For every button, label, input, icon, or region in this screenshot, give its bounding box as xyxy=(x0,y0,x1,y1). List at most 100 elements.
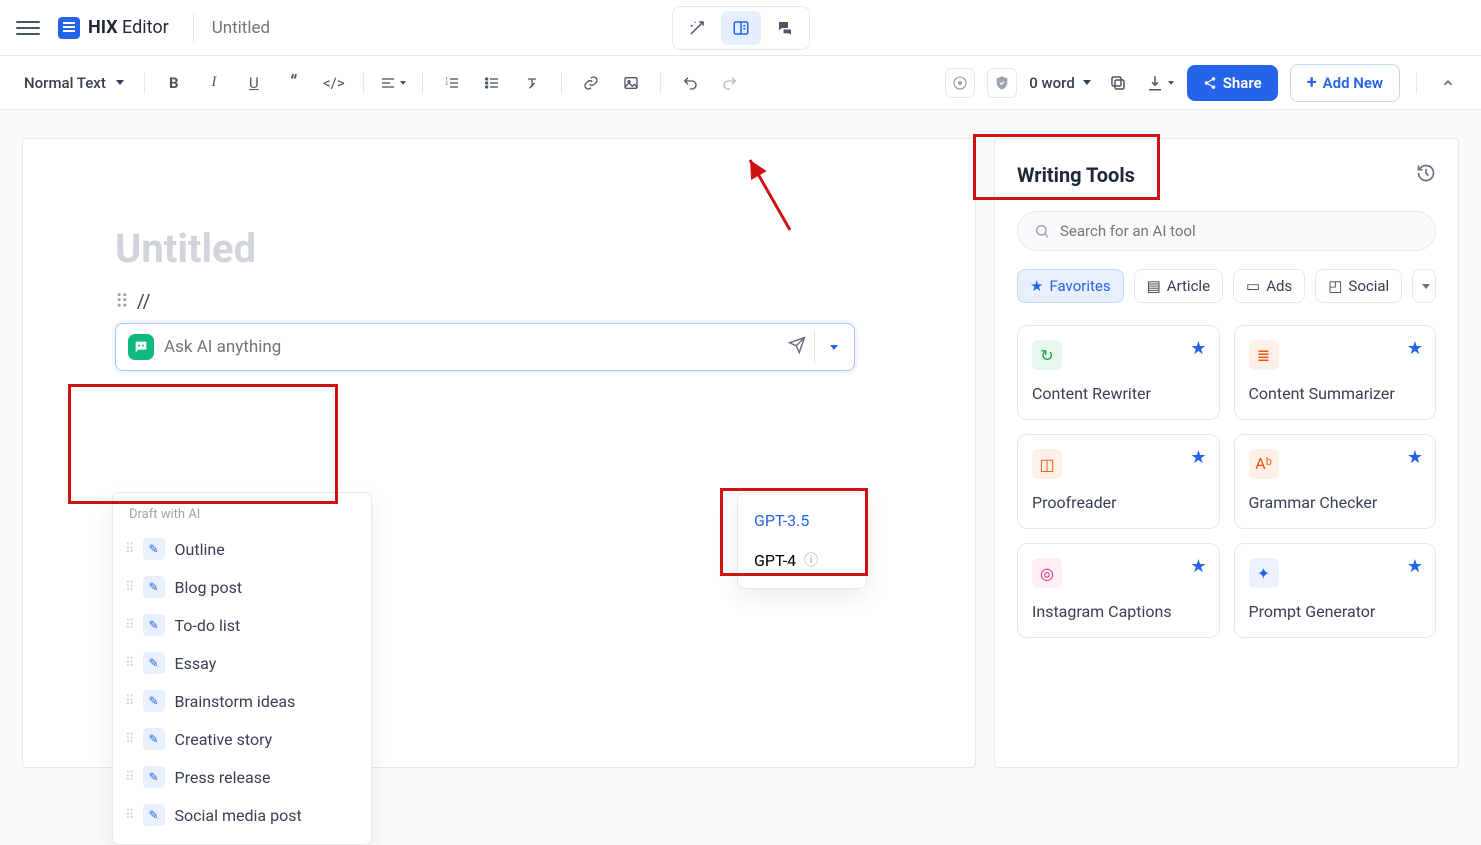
export-button[interactable] xyxy=(1145,68,1175,98)
right-sidebar: Writing Tools ★Favorites ▤Article ▭Ads ◰… xyxy=(976,110,1481,768)
italic-button[interactable]: I xyxy=(199,68,229,98)
collapse-sidebar-button[interactable] xyxy=(1433,68,1463,98)
tool-icon: ◎ xyxy=(1032,558,1062,588)
chip-article[interactable]: ▤Article xyxy=(1134,269,1223,303)
undo-button[interactable] xyxy=(675,68,705,98)
logo-icon xyxy=(58,17,80,39)
magic-mode-button[interactable] xyxy=(677,11,717,45)
draft-item[interactable]: ⠿✎To-do list xyxy=(113,606,371,644)
info-icon: ⓘ xyxy=(804,550,818,570)
image-button[interactable] xyxy=(616,68,646,98)
drag-handle-icon[interactable]: ⠿ xyxy=(125,694,133,709)
draft-item[interactable]: ⠿✎Press release xyxy=(113,758,371,796)
pencil-icon: ✎ xyxy=(143,728,165,750)
favorite-star-icon[interactable]: ★ xyxy=(1407,447,1423,468)
drag-handle-icon[interactable]: ⠿ xyxy=(125,618,133,633)
document-title-placeholder[interactable]: Untitled xyxy=(115,225,921,272)
underline-button[interactable]: U xyxy=(239,68,269,98)
chat-mode-button[interactable] xyxy=(765,11,805,45)
tool-card[interactable]: ≣ ★ Content Summarizer xyxy=(1234,325,1437,420)
tool-label: Prompt Generator xyxy=(1249,602,1422,621)
tool-label: Content Summarizer xyxy=(1249,384,1422,403)
tool-card[interactable]: ↻★Content Rewriter xyxy=(1017,325,1220,420)
chip-favorites[interactable]: ★Favorites xyxy=(1017,269,1124,303)
share-button[interactable]: Share xyxy=(1187,65,1278,101)
bullet-list-button[interactable] xyxy=(477,68,507,98)
split-mode-button[interactable] xyxy=(721,11,761,45)
tool-card[interactable]: ✦★Prompt Generator xyxy=(1234,543,1437,638)
pencil-icon: ✎ xyxy=(143,804,165,826)
pencil-icon: ✎ xyxy=(143,690,165,712)
drag-handle-icon[interactable]: ⠿ xyxy=(125,808,133,823)
draft-item[interactable]: ⠿✎Blog post xyxy=(113,568,371,606)
add-new-button[interactable]: +Add New xyxy=(1290,64,1400,102)
favorite-star-icon[interactable]: ★ xyxy=(1407,338,1423,359)
divider xyxy=(561,72,562,94)
ordered-list-button[interactable]: 12 xyxy=(437,68,467,98)
tool-search-input[interactable] xyxy=(1060,222,1419,240)
shield-icon[interactable] xyxy=(987,68,1017,98)
drag-handle-icon[interactable]: ⠿ xyxy=(125,770,133,785)
favorite-star-icon[interactable]: ★ xyxy=(1190,556,1206,577)
clear-format-button[interactable] xyxy=(517,68,547,98)
expand-chips-button[interactable] xyxy=(1412,269,1436,303)
draft-label: Outline xyxy=(175,540,225,559)
tool-card[interactable]: ◫ ★ Proofreader xyxy=(1017,434,1220,529)
favorite-star-icon[interactable]: ★ xyxy=(1407,556,1423,577)
tool-card[interactable]: Aᵇ★Grammar Checker xyxy=(1234,434,1437,529)
quote-button[interactable]: “ xyxy=(279,68,309,98)
drag-handle-icon[interactable]: ⠿ xyxy=(125,580,133,595)
drag-handle-icon[interactable]: ⠿ xyxy=(125,732,133,747)
brand[interactable]: HIX Editor xyxy=(58,17,169,39)
tool-icon: ↻ xyxy=(1032,340,1062,370)
align-button[interactable] xyxy=(378,68,408,98)
search-icon xyxy=(1034,223,1050,239)
tools-grid: ↻★Content Rewriter≣★Content Summarizer◫★… xyxy=(1017,325,1436,638)
draft-label: Creative story xyxy=(175,730,273,749)
ai-status-icon[interactable] xyxy=(945,68,975,98)
tool-icon: ◫ xyxy=(1032,449,1062,479)
tool-label: Proofreader xyxy=(1032,493,1205,512)
drag-handle-icon[interactable]: ⠿ xyxy=(115,290,127,313)
favorite-star-icon[interactable]: ★ xyxy=(1190,447,1206,468)
divider xyxy=(144,72,145,94)
chip-ads[interactable]: ▭Ads xyxy=(1233,269,1305,303)
draft-label: To-do list xyxy=(175,616,241,635)
model-dropdown-button[interactable] xyxy=(814,330,848,364)
divider xyxy=(363,72,364,94)
tool-icon: ≣ xyxy=(1249,340,1279,370)
hamburger-icon[interactable] xyxy=(16,16,40,40)
tool-card[interactable]: ◎★Instagram Captions xyxy=(1017,543,1220,638)
format-toolbar: Normal Text B I U “ </> 12 0 word Share xyxy=(0,56,1481,110)
draft-item[interactable]: ⠿✎Brainstorm ideas xyxy=(113,682,371,720)
drag-handle-icon[interactable]: ⠿ xyxy=(125,656,133,671)
bold-button[interactable]: B xyxy=(159,68,189,98)
draft-item[interactable]: ⠿✎Social media post xyxy=(113,796,371,834)
redo-button[interactable] xyxy=(715,68,745,98)
draft-item[interactable]: ⠿ ✎ Creative story xyxy=(113,720,371,758)
model-option-gpt35[interactable]: GPT-3.5 xyxy=(738,501,866,540)
document-area: Untitled ⠿ // Draft with AI ⠿✎Outline⠿✎B… xyxy=(0,110,976,768)
tool-search[interactable] xyxy=(1017,211,1436,251)
ai-chat-icon xyxy=(128,334,154,360)
link-button[interactable] xyxy=(576,68,606,98)
divider xyxy=(422,72,423,94)
history-icon[interactable] xyxy=(1416,163,1436,187)
drag-handle-icon[interactable]: ⠿ xyxy=(125,542,133,557)
send-button[interactable] xyxy=(780,330,814,364)
word-count[interactable]: 0 word xyxy=(1029,74,1091,92)
code-button[interactable]: </> xyxy=(319,68,349,98)
top-header: HIX Editor xyxy=(0,0,1481,56)
divider xyxy=(193,13,194,43)
copy-button[interactable] xyxy=(1103,68,1133,98)
document-title-input[interactable] xyxy=(212,18,412,38)
draft-item[interactable]: ⠿✎Essay xyxy=(113,644,371,682)
chip-social[interactable]: ◰Social xyxy=(1315,269,1402,303)
ai-prompt-input[interactable] xyxy=(164,337,780,357)
draft-label: Press release xyxy=(175,768,271,787)
slash-command-row[interactable]: ⠿ // xyxy=(115,290,921,313)
text-style-select[interactable]: Normal Text xyxy=(18,70,130,96)
favorite-star-icon[interactable]: ★ xyxy=(1190,338,1206,359)
draft-item[interactable]: ⠿✎Outline xyxy=(113,530,371,568)
model-option-gpt4[interactable]: GPT-4ⓘ xyxy=(738,540,866,580)
